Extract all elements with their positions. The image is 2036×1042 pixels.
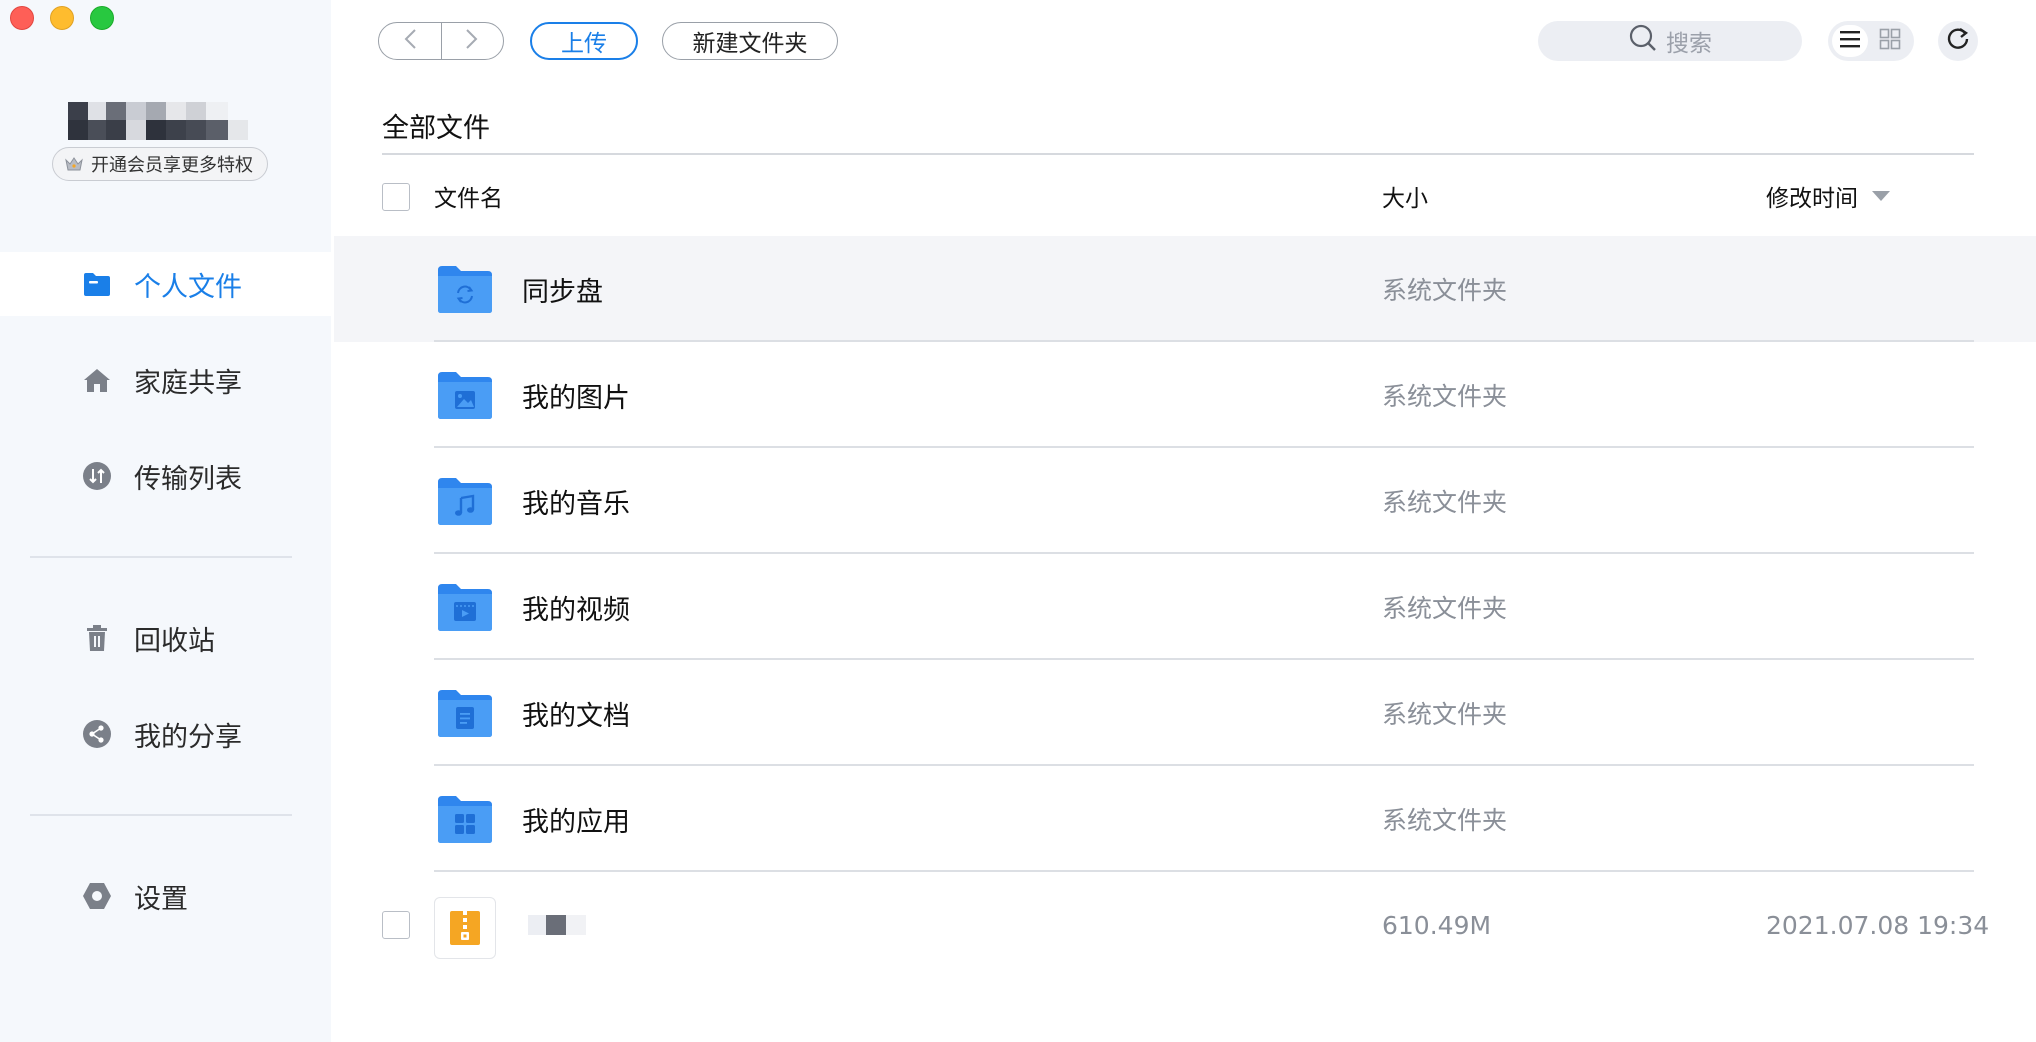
upload-button[interactable]: 上传 [530,22,638,60]
apps-folder-icon [436,794,494,844]
view-mode-toggle [1828,21,1914,61]
search-placeholder: 搜索 [1666,31,1712,57]
row-name: 我的应用 [522,806,630,838]
home-icon [82,365,112,395]
search-input[interactable]: 搜索 [1538,21,1802,61]
minimize-window-button[interactable] [50,6,74,30]
window-controls [10,6,114,30]
column-header-size[interactable]: 大小 [1382,176,1428,216]
chevron-right-icon [465,28,479,54]
row-name: 我的音乐 [522,488,630,520]
search-icon [1628,23,1658,59]
row-name: 我的图片 [522,382,630,414]
row-size: 610.49M [1382,910,1492,940]
row-checkbox[interactable] [382,911,410,939]
row-size: 系统文件夹 [1382,700,1508,729]
video-folder-icon [436,582,494,632]
table-row[interactable]: 我的应用 系统文件夹 [334,766,2036,872]
share-icon [82,719,112,749]
image-folder-icon [436,370,494,420]
sidebar-item-settings[interactable]: 设置 [0,864,331,928]
sort-desc-icon [1872,191,1890,201]
sidebar-item-label: 家庭共享 [134,367,242,399]
sidebar-item-label: 个人文件 [134,271,242,303]
table-row[interactable]: 我的图片 系统文件夹 [334,342,2036,448]
redacted-username [66,100,266,144]
table-row[interactable]: 同步盘 系统文件夹 [334,236,2036,342]
refresh-icon [1945,26,1971,56]
grid-icon [1879,28,1901,54]
sidebar-item-label: 回收站 [134,625,215,657]
table-row[interactable]: 我的音乐 系统文件夹 [334,448,2036,554]
chevron-left-icon [403,28,417,54]
sidebar-item-family-share[interactable]: 家庭共享 [0,348,331,412]
header-divider [382,153,1974,155]
sync-folder-icon [436,264,494,314]
column-header-modified[interactable]: 修改时间 [1766,176,1890,216]
trash-icon [82,623,112,653]
row-name: 我的文档 [522,700,630,732]
column-header-name[interactable]: 文件名 [434,176,503,216]
forward-button[interactable] [440,23,504,59]
row-name: 我的视频 [522,594,630,626]
app-window: 开通会员享更多特权 个人文件 家庭共享 传输列表 回收站 我的分享 设置 上传 … [0,0,2036,1042]
folder-icon [82,269,112,299]
row-size: 系统文件夹 [1382,594,1508,623]
breadcrumb: 全部文件 [382,113,490,144]
sidebar-item-label: 设置 [134,883,188,915]
list-view-button[interactable] [1832,25,1868,57]
column-header-label: 修改时间 [1766,186,1858,212]
new-folder-button[interactable]: 新建文件夹 [662,22,838,60]
sidebar-item-my-share[interactable]: 我的分享 [0,702,331,766]
maximize-window-button[interactable] [90,6,114,30]
vip-label: 开通会员享更多特权 [91,155,253,176]
list-icon [1839,29,1861,53]
row-size: 系统文件夹 [1382,806,1508,835]
sidebar-divider [30,814,292,816]
vip-upgrade-button[interactable]: 开通会员享更多特权 [52,147,268,181]
refresh-button[interactable] [1938,21,1978,61]
sidebar-item-personal-files[interactable]: 个人文件 [0,252,331,316]
sidebar-item-transfer-list[interactable]: 传输列表 [0,444,331,508]
back-button[interactable] [379,23,441,59]
settings-icon [82,881,112,911]
sidebar-divider [30,556,292,558]
document-folder-icon [436,688,494,738]
transfer-icon [82,461,112,491]
history-nav-group [378,22,504,60]
grid-view-button[interactable] [1872,25,1908,57]
row-size: 系统文件夹 [1382,488,1508,517]
row-modified-time: 2021.07.08 19:34 [1766,910,1990,940]
table-row[interactable]: 610.49M 2021.07.08 19:34 [334,872,2036,978]
redacted-filename [528,872,586,978]
sidebar: 开通会员享更多特权 个人文件 家庭共享 传输列表 回收站 我的分享 设置 [0,0,331,1042]
music-folder-icon [436,476,494,526]
select-all-checkbox[interactable] [382,183,410,211]
table-row[interactable]: 我的视频 系统文件夹 [334,554,2036,660]
row-size: 系统文件夹 [1382,382,1508,411]
row-name: 同步盘 [522,276,603,308]
crown-icon [65,156,83,172]
close-window-button[interactable] [10,6,34,30]
sidebar-item-recycle-bin[interactable]: 回收站 [0,606,331,670]
row-size: 系统文件夹 [1382,276,1508,305]
table-row[interactable]: 我的文档 系统文件夹 [334,660,2036,766]
sidebar-item-label: 我的分享 [134,721,242,753]
sidebar-item-label: 传输列表 [134,463,242,495]
zip-file-icon [434,897,496,959]
